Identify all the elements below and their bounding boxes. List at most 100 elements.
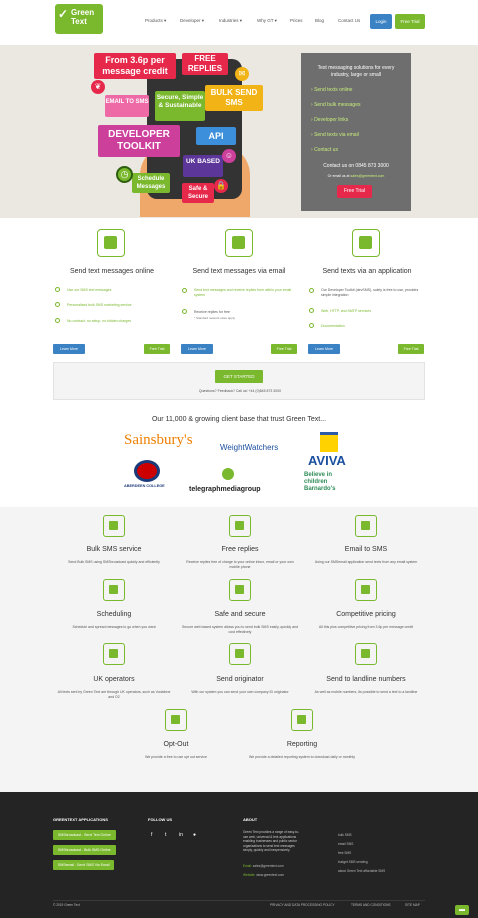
check-icon: ✓ — [58, 7, 69, 21]
panel-link-bulk[interactable]: › Send bulk messages — [311, 102, 360, 108]
footer-app-button[interactable]: SMSbroadcast - Bulk SMS Online — [53, 845, 116, 855]
service-desc: All texts sent by Green Text are through… — [57, 690, 171, 699]
get-started-contact: Questions? Feedback? Call us! +44 (0)845… — [198, 389, 282, 393]
service-desc: Receive replies free of charge to your o… — [186, 560, 294, 569]
nav-why-gt[interactable]: Why GT ▾ — [257, 18, 277, 24]
footer-privacy-link[interactable]: PRIVACY AND DATA PROCESSING POLICY — [270, 903, 335, 907]
free-trial-button[interactable]: Free Trial — [395, 14, 425, 29]
feature-bullet[interactable]: Send text messages and receive replies f… — [194, 288, 294, 298]
learn-more-button[interactable]: Learn More — [181, 344, 213, 354]
footer-sitemap-link[interactable]: SITE MAP — [405, 903, 420, 907]
service-desc: We provide a detailed reporting system t… — [249, 755, 355, 759]
service-desc: Secure web based system allows you to se… — [182, 625, 298, 634]
site-header: ✓ Green Text Products ▾ Developer ▾ Indus… — [0, 0, 478, 44]
check-circle-icon — [309, 308, 314, 313]
service-title-reporting: Reporting — [286, 741, 318, 748]
free-trial-button[interactable]: Free Trial — [144, 344, 170, 354]
chat-icon[interactable]: ● — [193, 832, 196, 838]
nav-blog[interactable]: Blog — [315, 18, 324, 23]
feature-bullet[interactable]: Documentation — [321, 324, 421, 328]
aviva-emblem — [320, 432, 338, 452]
basket-icon — [355, 579, 377, 601]
get-started-button[interactable]: GET STARTED — [215, 370, 263, 383]
hero-tag-bulk-send: BULK SEND SMS — [205, 85, 263, 111]
linkedin-icon[interactable]: in — [179, 832, 183, 838]
footer-website: Website: www.greentext.com — [243, 873, 285, 877]
panel-email-line: Or email us at sales@greentext.com — [327, 174, 385, 178]
hero-tag-uk-based: UK BASED — [183, 155, 223, 177]
hero-tag-email-sms: EMAIL TO SMS — [105, 95, 149, 117]
logo-aberdeen-college: ABERDEEN COLLEGE — [124, 484, 165, 488]
facebook-icon[interactable]: f — [151, 832, 152, 838]
service-title-replies: Free replies — [221, 546, 259, 553]
feature-note: * Standard network rates apply — [194, 316, 236, 320]
feature-bullet[interactable]: No contract, no setup, no hidden charges — [67, 319, 167, 323]
arrow-up-circle-icon — [165, 709, 187, 731]
check-circle-icon — [309, 288, 314, 293]
check-circle-icon — [182, 288, 187, 293]
feature-bullet[interactable]: Use our SMS text messages — [67, 288, 167, 292]
user-icon: ☺ — [222, 149, 236, 163]
footer-copyright: © 2019 Green Text — [53, 903, 80, 907]
footer-about-link[interactable]: budget SMS sending — [338, 860, 368, 864]
check-circle-icon — [55, 287, 60, 292]
free-trial-button[interactable]: Free Trial — [398, 344, 424, 354]
learn-more-button[interactable]: Learn More — [53, 344, 85, 354]
service-desc: Schedule and spread messages to go when … — [72, 625, 156, 629]
nav-industries[interactable]: Industries ▾ — [219, 18, 242, 24]
footer-terms-link[interactable]: TERMS AND CONDITIONS — [351, 903, 391, 907]
lock-icon — [229, 579, 251, 601]
panel-link-contact[interactable]: › Contact us — [311, 147, 338, 153]
telegraph-emblem — [222, 468, 234, 480]
hero-tag-schedule: Schedule Messages — [132, 173, 170, 193]
footer-about-link[interactable]: bulk SMS — [338, 833, 352, 837]
green-text-logo[interactable]: ✓ Green Text — [55, 4, 103, 34]
nav-prices[interactable]: Prices — [290, 18, 303, 23]
footer-about-link[interactable]: email SMS — [338, 842, 353, 846]
feature-title-online: Send text messages online — [69, 268, 155, 275]
service-title-uk: UK operators — [93, 676, 135, 683]
learn-more-button[interactable]: Learn More — [308, 344, 340, 354]
site-footer: GREENTEXT APPLICATIONS SMSbroadcast - Se… — [0, 792, 478, 918]
check-circle-icon — [182, 309, 187, 314]
hero-tag-api: API — [196, 127, 236, 145]
check-circle-icon — [55, 302, 60, 307]
service-title-safe: Safe and secure — [214, 611, 266, 618]
feature-title-email: Send text messages via email — [192, 268, 286, 275]
login-button[interactable]: Login — [370, 14, 392, 29]
footer-follow-title: FOLLOW US — [148, 817, 172, 822]
service-title-originator: Send originator — [216, 676, 264, 683]
nav-developer[interactable]: Developer ▾ — [180, 18, 204, 24]
footer-apps-title: GREENTEXT APPLICATIONS — [53, 817, 108, 822]
aberdeen-emblem — [134, 460, 160, 482]
footer-about-link[interactable]: about Green Text affordable SMS — [338, 869, 385, 873]
chart-icon — [291, 709, 313, 731]
twitter-icon[interactable]: t — [165, 832, 166, 838]
feature-bullet[interactable]: Personalised bulk SMS marketing service — [67, 303, 167, 307]
clients-title: Our 11,000 & growing client base that tr… — [151, 416, 327, 423]
chat-icon — [97, 229, 125, 257]
logo-barnardos: Believe in children Barnardo's — [304, 472, 336, 492]
service-title-pricing: Competitive pricing — [336, 611, 396, 618]
service-desc: With our system you can send your own co… — [191, 690, 289, 694]
nav-contact[interactable]: Contact Us — [338, 18, 360, 23]
phone-icon — [355, 643, 377, 665]
panel-link-online[interactable]: › Send texts online — [311, 87, 352, 93]
panel-phone: Contact us on 0845 873 3000 — [323, 163, 389, 169]
user-icon — [229, 643, 251, 665]
panel-free-trial-button[interactable]: Free Trial — [337, 185, 372, 198]
free-trial-button[interactable]: Free Trial — [271, 344, 297, 354]
nav-products[interactable]: Products ▾ — [145, 18, 166, 24]
footer-about-link[interactable]: free SMS — [338, 851, 351, 855]
panel-link-email[interactable]: › Send texts via email — [311, 132, 359, 138]
footer-app-button[interactable]: SMSbroadcast - Send Text Online — [53, 830, 116, 840]
gear-icon — [352, 229, 380, 257]
hero-tag-price: From 3.6p per message credit — [94, 53, 176, 79]
live-chat-icon[interactable]: ▬ — [455, 905, 469, 915]
footer-app-button[interactable]: SMSemail - Send SMS Via Email — [53, 860, 115, 870]
feature-bullet[interactable]: Web, HTTP, and SMTP services — [321, 309, 421, 313]
panel-link-developer[interactable]: › Developer links — [311, 117, 348, 123]
logo-aviva: AVIVA — [308, 453, 346, 468]
hero-tag-safe-secure: Safe & Secure — [182, 183, 214, 203]
logo-weightwatchers: WeightWatchers — [220, 443, 279, 452]
